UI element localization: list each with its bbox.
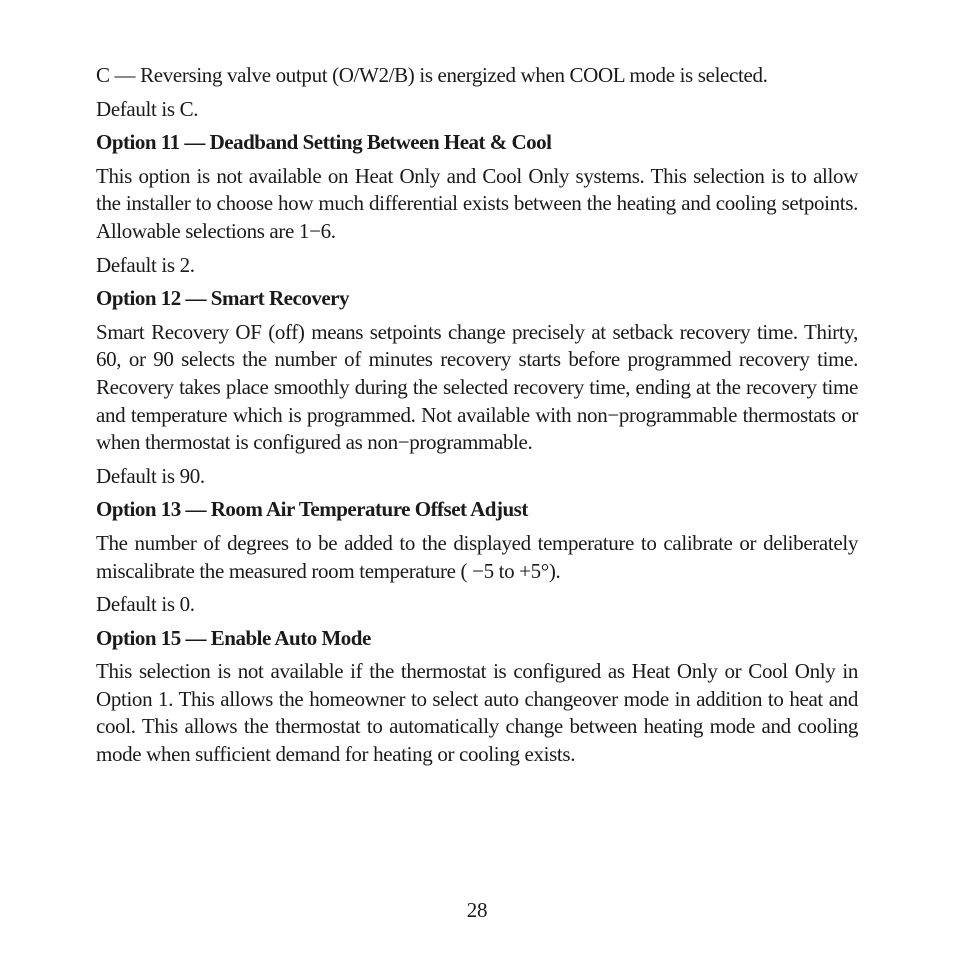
document-page: C — Reversing valve output (O/W2/B) is e… [96, 62, 858, 775]
section-option-12: Option 12 — Smart Recovery Smart Recover… [96, 285, 858, 490]
section-body: The number of degrees to be added to the… [96, 530, 858, 583]
section-default: Default is 0. [96, 592, 195, 617]
page-number: 28 [466, 898, 488, 922]
section-heading: Option 12 — Smart Recovery [96, 286, 349, 311]
intro-default: Default is C. [96, 96, 199, 121]
section-heading: Option 11 — Deadband Setting Between Hea… [96, 130, 552, 155]
section-body: Smart Recovery OF (off) means setpoints … [96, 319, 858, 455]
section-option-13: Option 13 — Room Air Temperature Offset … [96, 496, 858, 618]
intro-paragraph: C — Reversing valve output (O/W2/B) is e… [96, 63, 768, 87]
section-body: This option is not available on Heat Onl… [96, 163, 858, 243]
section-heading: Option 13 — Room Air Temperature Offset … [96, 497, 528, 522]
section-default: Default is 2. [96, 252, 195, 277]
section-heading: Option 15 — Enable Auto Mode [96, 625, 371, 650]
section-option-15: Option 15 — Enable Auto Mode This select… [96, 625, 858, 769]
section-option-11: Option 11 — Deadband Setting Between Hea… [96, 129, 858, 279]
section-default: Default is 90. [96, 463, 205, 488]
section-body: This selection is not available if the t… [96, 659, 858, 767]
